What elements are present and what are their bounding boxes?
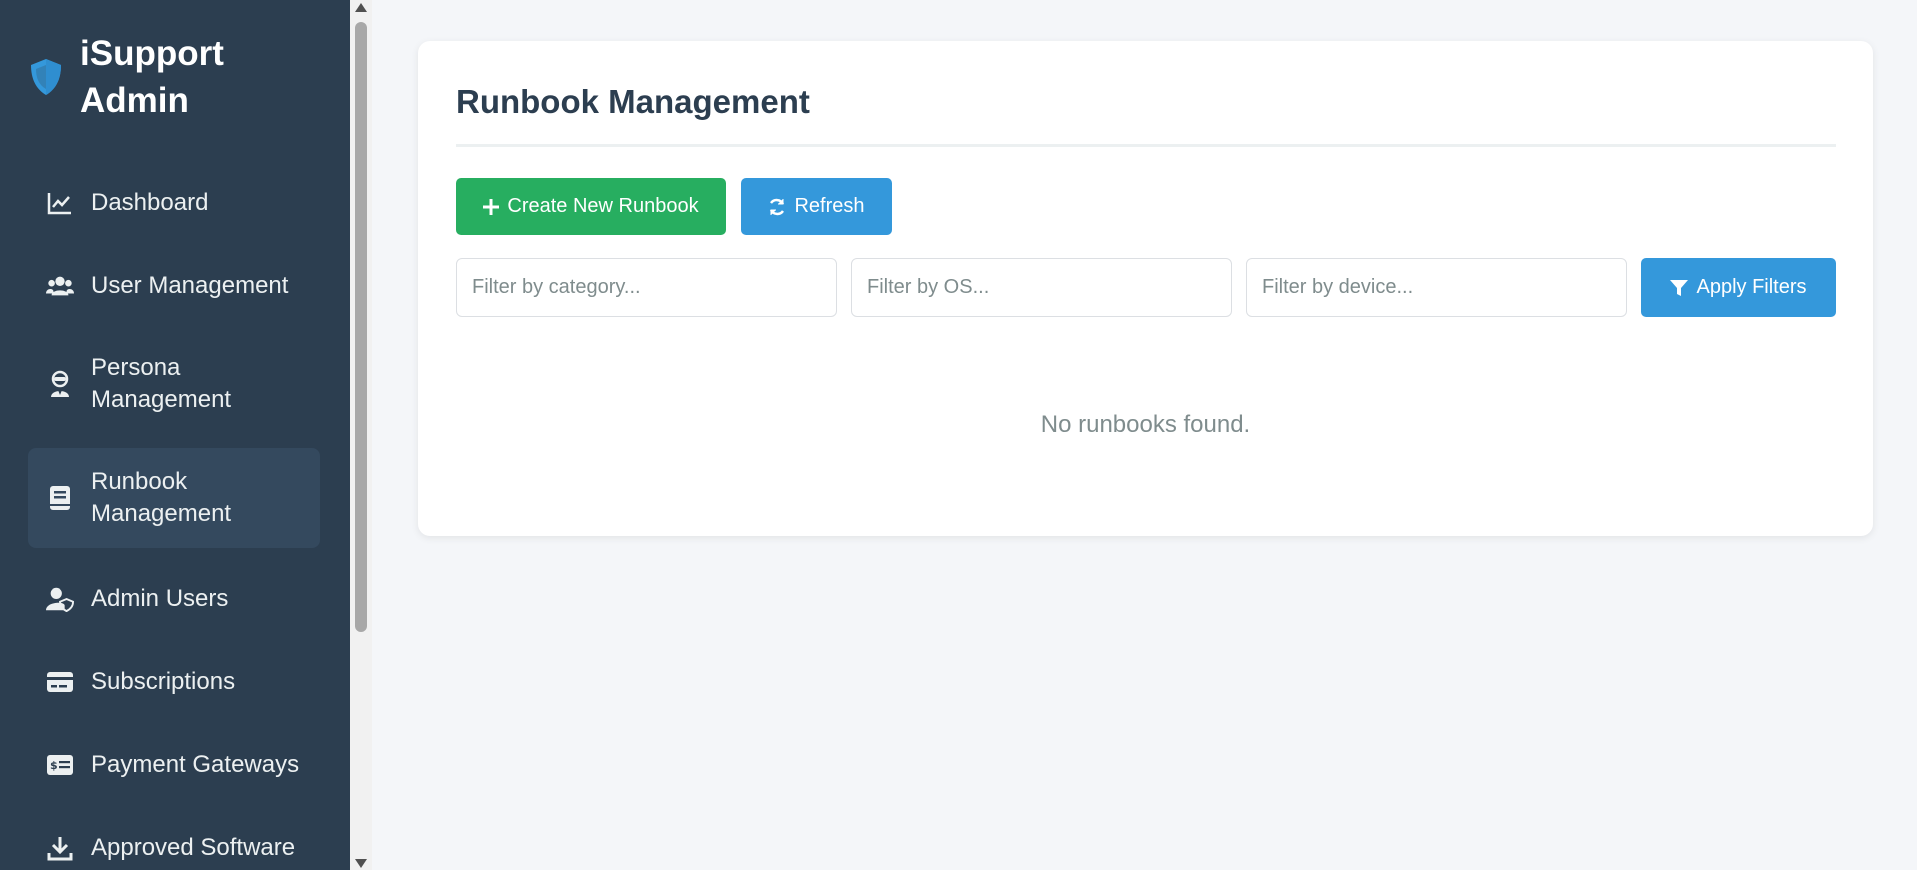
sidebar-item-label: Runbook Management xyxy=(91,468,232,527)
title-divider xyxy=(456,144,1836,147)
scrollbar-thumb[interactable] xyxy=(355,22,367,632)
sidebar-item-persona-management[interactable]: Persona Management xyxy=(28,350,320,418)
runbook-card: Runbook Management Create New Runbook Re… xyxy=(418,41,1873,536)
book-icon xyxy=(46,484,74,512)
apply-filters-label: Apply Filters xyxy=(1696,276,1807,298)
plus-icon xyxy=(483,198,500,215)
category-filter-input[interactable] xyxy=(456,258,837,317)
sidebar: iSupport Admin Dashboard User Management… xyxy=(0,0,350,870)
scroll-up-arrow-icon[interactable] xyxy=(355,3,367,12)
device-filter-input[interactable] xyxy=(1246,258,1627,317)
sidebar-item-label: Admin Users xyxy=(91,585,229,612)
create-runbook-label: Create New Runbook xyxy=(507,195,699,217)
apply-filters-button[interactable]: Apply Filters xyxy=(1641,258,1836,317)
empty-state-message: No runbooks found. xyxy=(1040,411,1251,438)
user-shield-icon xyxy=(46,585,74,613)
money-check-icon: $ xyxy=(46,751,74,779)
sidebar-item-label: Dashboard xyxy=(91,189,209,216)
sidebar-item-runbook-management[interactable]: Runbook Management xyxy=(28,448,320,548)
refresh-button[interactable]: Refresh xyxy=(741,178,892,235)
refresh-label: Refresh xyxy=(794,195,865,217)
svg-text:$: $ xyxy=(50,759,58,772)
credit-card-icon xyxy=(46,668,74,696)
sidebar-item-label: Approved Software xyxy=(91,834,296,861)
sidebar-item-label: Persona Management xyxy=(91,354,232,413)
sync-icon xyxy=(768,198,786,216)
page-title: Runbook Management xyxy=(456,83,810,120)
sidebar-item-payment-gateways[interactable]: $ Payment Gateways xyxy=(28,744,320,786)
sidebar-item-dashboard[interactable]: Dashboard xyxy=(28,182,320,224)
sidebar-scrollbar[interactable] xyxy=(350,0,372,870)
filter-icon xyxy=(1670,279,1689,297)
sidebar-item-approved-software[interactable]: Approved Software xyxy=(28,827,320,869)
sidebar-item-admin-users[interactable]: Admin Users xyxy=(28,578,320,620)
shield-icon xyxy=(31,59,61,95)
create-runbook-button[interactable]: Create New Runbook xyxy=(456,178,726,235)
scroll-down-arrow-icon[interactable] xyxy=(355,859,367,868)
user-secret-icon xyxy=(46,370,74,398)
sidebar-item-user-management[interactable]: User Management xyxy=(28,265,320,307)
brand: iSupport Admin xyxy=(28,30,280,124)
brand-title: iSupport Admin xyxy=(80,34,224,120)
users-icon xyxy=(46,272,74,300)
sidebar-item-subscriptions[interactable]: Subscriptions xyxy=(28,661,320,703)
os-filter-input[interactable] xyxy=(851,258,1232,317)
sidebar-item-label: Payment Gateways xyxy=(91,751,300,778)
sidebar-item-label: Subscriptions xyxy=(91,668,236,695)
chart-line-icon xyxy=(46,189,74,217)
sidebar-item-label: User Management xyxy=(91,272,289,299)
download-icon xyxy=(46,834,74,862)
